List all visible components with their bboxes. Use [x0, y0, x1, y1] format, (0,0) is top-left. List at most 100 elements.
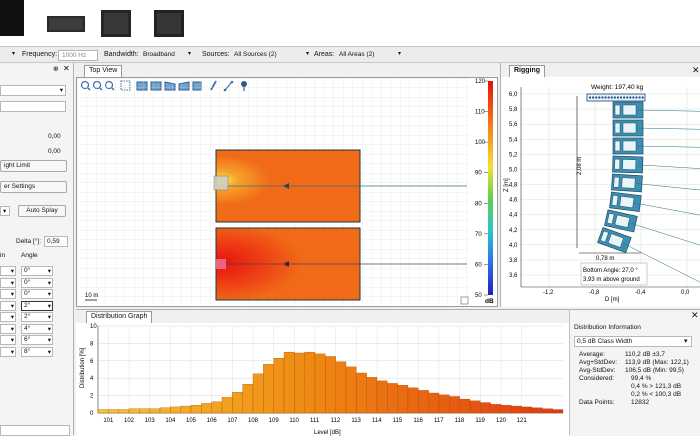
speaker-thumbnail-3[interactable] — [151, 8, 187, 38]
row-select[interactable]: ▾ — [0, 300, 16, 311]
row-select[interactable]: ▾ — [0, 277, 16, 288]
histogram-bar — [542, 408, 553, 414]
data-points-label: Data Points: — [579, 399, 615, 406]
source-2-marker[interactable] — [216, 259, 226, 269]
x-tick-label: 121 — [517, 418, 528, 424]
row-select[interactable]: ▾ — [0, 266, 16, 276]
mode-select[interactable]: ▾ — [0, 206, 10, 216]
close-icon[interactable]: ✕ — [63, 64, 70, 73]
histogram-bar — [521, 406, 533, 414]
row-select[interactable]: ▾ — [0, 289, 16, 299]
histogram-bar — [190, 405, 202, 414]
x-tick-label: 106 — [207, 418, 218, 424]
x-tick-label: 105 — [186, 418, 197, 424]
x-tick-label: 104 — [165, 418, 176, 424]
close-icon[interactable]: ✕ — [692, 65, 700, 76]
angle-select[interactable]: 0° ▾ — [21, 266, 53, 276]
histogram-bar — [531, 407, 543, 414]
chevron-down-icon: ▾ — [10, 348, 14, 356]
y-tick-label: 5,8 — [509, 107, 518, 113]
line-array-cabinet[interactable] — [611, 173, 643, 193]
angle-select[interactable]: 4° ▾ — [21, 323, 53, 334]
sources-select[interactable]: All Sources (2) — [232, 50, 279, 61]
histogram-bar — [283, 351, 295, 414]
row-select[interactable]: ▾ — [0, 312, 16, 322]
angle-select[interactable]: 6° ▾ — [21, 335, 53, 345]
frame-pickpoint — [635, 96, 638, 99]
close-icon[interactable]: ✕ — [691, 310, 699, 321]
chevron-down-icon[interactable]: ▾ — [684, 337, 688, 345]
y-tick-label: 5,0 — [509, 167, 518, 173]
tab-distribution-graph[interactable]: Distribution Graph — [86, 311, 153, 323]
angle-select[interactable]: 8° ▾ — [21, 346, 53, 357]
angle-select[interactable]: 0° ▾ — [21, 277, 53, 288]
histogram-bar — [335, 361, 347, 414]
row-select[interactable]: ▾ — [0, 335, 16, 345]
tab-top-view[interactable]: Top View — [84, 65, 123, 77]
y-tick-label: 3,8 — [509, 258, 518, 264]
pin-icon[interactable]: ⊕ — [53, 65, 59, 73]
chevron-down-icon[interactable]: ▾ — [398, 50, 401, 57]
angle-select[interactable]: 0° ▾ — [21, 289, 53, 299]
corner-toggle-icon[interactable] — [460, 296, 469, 305]
chevron-down-icon[interactable]: ▾ — [12, 50, 15, 57]
class-width-select[interactable]: 0,5 dB Class Width — [574, 336, 692, 347]
x-tick-label: 108 — [248, 418, 259, 424]
device-toolbar — [0, 0, 700, 47]
delta-input[interactable]: 0,59 — [44, 236, 68, 247]
colorbar-tick-label: 70 — [475, 232, 482, 238]
speaker-thumbnail-2[interactable] — [98, 8, 134, 38]
source-1-marker[interactable] — [213, 175, 229, 191]
x-tick-label: -0,4 — [635, 290, 646, 296]
colorbar — [488, 81, 493, 295]
colorbar-tick-label: 100 — [475, 140, 486, 146]
colorbar-unit: dB — [485, 298, 494, 305]
frequency-select[interactable]: 1000 Hz — [58, 50, 98, 61]
angle-select[interactable]: 2° ▾ — [21, 312, 53, 322]
bottom-angle-label: Bottom Angle: 27,0 ° — [583, 268, 638, 274]
line-array-cabinet[interactable] — [609, 191, 642, 212]
chevron-down-icon: ▾ — [10, 268, 14, 275]
histogram-bar — [232, 391, 243, 414]
line-array-cabinet[interactable] — [612, 155, 644, 174]
chevron-down-icon[interactable]: ▾ — [188, 50, 191, 57]
settings-button[interactable]: er Settings — [0, 181, 67, 193]
row-select[interactable]: ▾ — [0, 323, 16, 334]
chevron-down-icon[interactable]: ▾ — [306, 50, 309, 57]
chevron-down-icon: ▾ — [47, 302, 51, 310]
histogram-bar — [480, 402, 491, 414]
tab-rigging[interactable]: Rigging — [509, 65, 546, 77]
angle-value: 8° — [24, 347, 31, 355]
angle-value: 2° — [24, 313, 31, 320]
angle-select[interactable]: 2° ▾ — [21, 300, 53, 311]
histogram-bar — [418, 390, 429, 414]
y-tick-label: 5,6 — [509, 122, 518, 128]
bottom-field[interactable] — [0, 425, 70, 436]
areas-select[interactable]: All Areas (2) — [337, 50, 376, 61]
bandwidth-label: Bandwidth: — [104, 51, 139, 58]
auto-splay-button[interactable]: Auto Splay — [18, 205, 66, 217]
properties-field-2[interactable] — [0, 101, 66, 112]
histogram-bar — [180, 405, 192, 414]
colorbar-tick-label: 50 — [475, 293, 482, 299]
frame-pickpoint — [632, 96, 635, 99]
bandwidth-select[interactable]: Broadband — [141, 50, 177, 61]
y-tick-label: 5,4 — [509, 137, 518, 143]
histogram-bar — [221, 397, 233, 414]
y-tick-label: 4,6 — [509, 198, 518, 204]
considered-label: Considered: — [579, 375, 615, 382]
height-limit-button[interactable]: ight Limit — [0, 160, 67, 172]
row-select[interactable]: ▾ — [0, 346, 16, 357]
distribution-info-panel: ✕ Distribution Information 0,5 dB Class … — [569, 309, 700, 435]
properties-field-1[interactable]: ▾ — [0, 85, 66, 96]
avg-plus-label: Avg+StdDev: — [579, 359, 618, 366]
distribution-graph-panel: Distribution Graph 10 8 6 4 2 0 101 102 103 104 10… — [76, 309, 569, 436]
histogram-bar — [449, 396, 460, 414]
x-tick-label: 0,0 — [681, 290, 690, 296]
top-view-canvas[interactable]: 10 m 120 110 100 90 80 70 60 50 dB — [76, 77, 498, 307]
colorbar-tick-label: 80 — [475, 201, 482, 207]
x-tick-label: 116 — [413, 418, 423, 424]
x-tick-label: 117 — [434, 418, 444, 424]
speaker-thumbnail-1[interactable] — [45, 8, 87, 38]
colorbar-tick-label: 90 — [475, 171, 482, 177]
